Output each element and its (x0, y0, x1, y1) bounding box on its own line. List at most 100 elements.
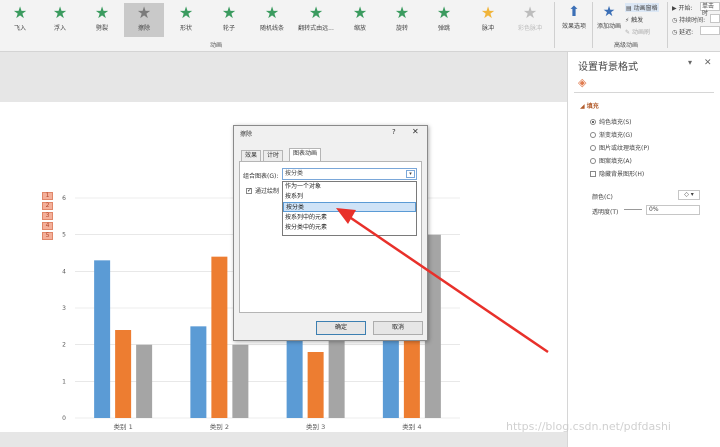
star-icon: ★ (436, 3, 452, 22)
animation-item[interactable]: ★ 旋转 (382, 3, 422, 37)
animation-number-tag[interactable]: 4 (42, 222, 53, 230)
paint-bucket-icon[interactable]: ◈ (578, 76, 586, 89)
y-tick-label: 4 (62, 268, 66, 275)
animation-item[interactable]: ★ 弹跳 (424, 3, 464, 37)
transparency-slider[interactable] (624, 209, 642, 210)
bar[interactable] (211, 256, 228, 418)
transparency-label: 透明度(T) (592, 209, 619, 216)
animation-item[interactable]: ★ 形状 (166, 3, 206, 37)
pane-close-icon[interactable]: ✕ (704, 58, 712, 68)
picture-fill-radio[interactable]: 图片或纹理填充(P) (590, 143, 649, 152)
checkbox-indicator (590, 171, 596, 177)
play-icon: ▶ (672, 5, 677, 12)
star-icon: ★ (52, 3, 68, 22)
ribbon-separator (592, 2, 593, 48)
pane-title: 设置背景格式 (578, 62, 638, 73)
transparency-input[interactable]: 0% (646, 205, 700, 215)
dropdown-option[interactable]: 按系列 (283, 192, 416, 202)
animation-painter-button[interactable]: ✎ 动画刷 (625, 27, 650, 36)
animation-item[interactable]: ★ 劈裂 (82, 3, 122, 37)
checkbox-indicator (246, 187, 252, 194)
watermark: https://blog.csdn.net/pdfdashi (506, 420, 671, 433)
dropdown-option[interactable]: 按分类中的元素 (283, 223, 416, 233)
tab-chart-animation[interactable]: 图表动画 (289, 148, 322, 161)
effect-options-button[interactable]: ⬆ 效果选项 (558, 3, 590, 30)
animation-item-label: 彩色脉冲 (517, 25, 542, 32)
animation-number-tag[interactable]: 1 (42, 192, 53, 200)
star-icon: ★ (94, 3, 110, 22)
pattern-fill-radio[interactable]: 图案填充(A) (590, 156, 632, 165)
divider (574, 92, 714, 93)
dialog-title: 擦除 (240, 131, 253, 138)
clock-icon: ◷ (672, 17, 678, 24)
animation-item[interactable]: ★ 浮入 (40, 3, 80, 37)
ok-button[interactable]: 确定 (316, 321, 366, 335)
bar[interactable] (232, 344, 249, 418)
star-icon: ★ (522, 3, 538, 22)
animation-number-tag[interactable]: 3 (42, 212, 53, 220)
help-icon[interactable]: ? (392, 128, 396, 136)
animation-number-tag[interactable]: 5 (42, 232, 53, 240)
animation-item[interactable]: ★ 飞入 (0, 3, 40, 37)
dropdown-option-selected[interactable]: 按分类 (283, 202, 416, 212)
animation-item[interactable]: ★ 随机线条 (252, 3, 292, 37)
x-tick-label: 类别 2 (210, 422, 229, 431)
bar[interactable] (190, 326, 207, 418)
bar[interactable] (307, 352, 324, 418)
animation-item[interactable]: ★ 轮子 (209, 3, 249, 37)
animation-item-label: 浮入 (53, 25, 66, 32)
ribbon-separator (554, 2, 555, 48)
dropdown-option[interactable]: 作为一个对象 (283, 182, 416, 192)
star-icon: ★ (352, 3, 368, 22)
animation-item-label: 轮子 (222, 25, 235, 32)
animation-item-label: 弹跳 (437, 25, 450, 32)
group-label-animation: 动画 (210, 42, 223, 49)
bar[interactable] (115, 330, 132, 418)
animation-item[interactable]: ★ 缩放 (340, 3, 380, 37)
animation-pane-button[interactable]: ▤ 动画窗格 (625, 3, 659, 12)
y-tick-label: 1 (62, 378, 66, 385)
group-chart-select[interactable]: 按分类 ▾ (282, 168, 417, 180)
start-label: ▶ 开始: (672, 5, 693, 12)
dropdown-option[interactable]: 按系列中的元素 (283, 213, 416, 223)
animation-number-tag[interactable]: 2 (42, 202, 53, 210)
animation-item[interactable]: ★ 擦除 (124, 3, 164, 37)
animation-item-label: 旋转 (395, 25, 408, 32)
add-animation-button[interactable]: ★ 添加动画 (595, 3, 623, 30)
effect-options-icon: ⬆ (568, 4, 580, 20)
star-icon: ★ (264, 3, 280, 22)
bar[interactable] (136, 344, 153, 418)
animation-item-label: 缩放 (353, 25, 366, 32)
y-tick-label: 0 (62, 415, 66, 422)
hide-bg-graphics-checkbox[interactable]: 隐藏背景图形(H) (590, 169, 644, 178)
y-tick-label: 3 (62, 305, 66, 312)
y-tick-label: 2 (62, 342, 66, 349)
fill-section-heading[interactable]: ◢ 填充 (580, 101, 599, 110)
color-picker-button[interactable]: ◇ ▾ (678, 190, 700, 200)
clock-icon: ◷ (672, 29, 678, 36)
pane-options-icon[interactable]: ▾ (688, 58, 692, 67)
add-animation-icon: ★ (602, 4, 616, 20)
ribbon: ★ 飞入 ★ 浮入 ★ 劈裂 ★ 擦除 ★ 形状 ★ 轮子 ★ 随机线条 ★ 翻转式由远... ★ 缩放 ★ 旋转 ★ 弹… (0, 0, 720, 52)
animation-item-label: 擦除 (137, 25, 150, 32)
trigger-button[interactable]: ⚡ 触发 (625, 15, 643, 24)
tab-effect[interactable]: 效果 (241, 150, 262, 161)
star-icon: ★ (178, 3, 194, 22)
cancel-button[interactable]: 取消 (373, 321, 423, 335)
color-label: 颜色(C) (592, 194, 613, 201)
solid-fill-radio[interactable]: 纯色填充(S) (590, 117, 632, 126)
animation-item[interactable]: ★ 彩色脉冲 (510, 3, 550, 37)
animation-item[interactable]: ★ 翻转式由远... (296, 3, 336, 37)
delay-input[interactable] (700, 26, 720, 35)
tab-timing[interactable]: 计时 (263, 150, 284, 161)
bar[interactable] (94, 260, 111, 418)
chevron-down-icon[interactable]: ▾ (406, 170, 415, 178)
animation-item[interactable]: ★ 脉冲 (468, 3, 508, 37)
radio-indicator (590, 119, 596, 125)
start-select[interactable]: 单击时 (700, 2, 720, 17)
duration-input[interactable] (710, 14, 720, 23)
close-icon[interactable]: ✕ (412, 127, 419, 136)
gradient-fill-radio[interactable]: 渐变填充(G) (590, 130, 632, 139)
brush-icon: ✎ (625, 29, 631, 36)
draw-background-checkbox[interactable]: 通过绘制 (246, 186, 279, 195)
